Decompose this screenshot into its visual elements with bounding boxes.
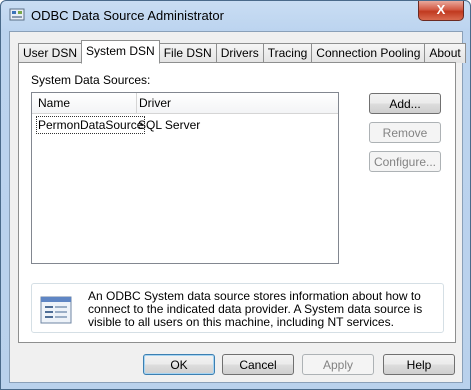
apply-button[interactable]: Apply [302,354,374,375]
cancel-button[interactable]: Cancel [222,354,294,375]
add-button[interactable]: Add... [369,93,441,114]
title-bar[interactable]: ODBC Data Source Administrator X [1,1,470,31]
tab-about[interactable]: About [424,43,466,63]
system-data-sources-label: System Data Sources: [31,73,151,87]
tab-tracing[interactable]: Tracing [262,43,313,63]
database-document-icon [40,296,72,324]
window-title: ODBC Data Source Administrator [31,8,224,23]
list-header: Name Driver [32,93,338,114]
list-item[interactable]: PermonDataSource SQL Server [34,116,336,134]
info-description: An ODBC System data source stores inform… [88,289,423,329]
dialog-window: ODBC Data Source Administrator X User DS… [0,0,471,390]
close-button[interactable]: X [418,1,464,21]
column-header-driver[interactable]: Driver [137,93,171,113]
info-box: An ODBC System data source stores inform… [31,283,444,333]
odbc-admin-icon [9,8,25,21]
configure-button[interactable]: Configure... [369,151,441,172]
tab-strip: User DSN System DSN File DSN Drivers Tra… [18,40,466,64]
ok-button[interactable]: OK [143,354,215,375]
data-sources-list[interactable]: Name Driver PermonDataSource SQL Server [31,92,339,264]
tab-file-dsn[interactable]: File DSN [158,43,217,63]
tab-drivers[interactable]: Drivers [215,43,264,63]
system-dsn-panel: System Data Sources: Name Driver PermonD… [18,62,456,343]
tab-connection-pooling[interactable]: Connection Pooling [311,43,426,63]
tab-system-dsn[interactable]: System DSN [81,40,160,64]
help-button[interactable]: Help [383,354,455,375]
data-source-name[interactable]: PermonDataSource [36,116,146,134]
data-source-driver: SQL Server [138,118,201,132]
dialog-client: User DSN System DSN File DSN Drivers Tra… [9,31,466,383]
tab-user-dsn[interactable]: User DSN [18,43,83,63]
column-header-name[interactable]: Name [32,93,137,113]
remove-button[interactable]: Remove [369,122,441,143]
